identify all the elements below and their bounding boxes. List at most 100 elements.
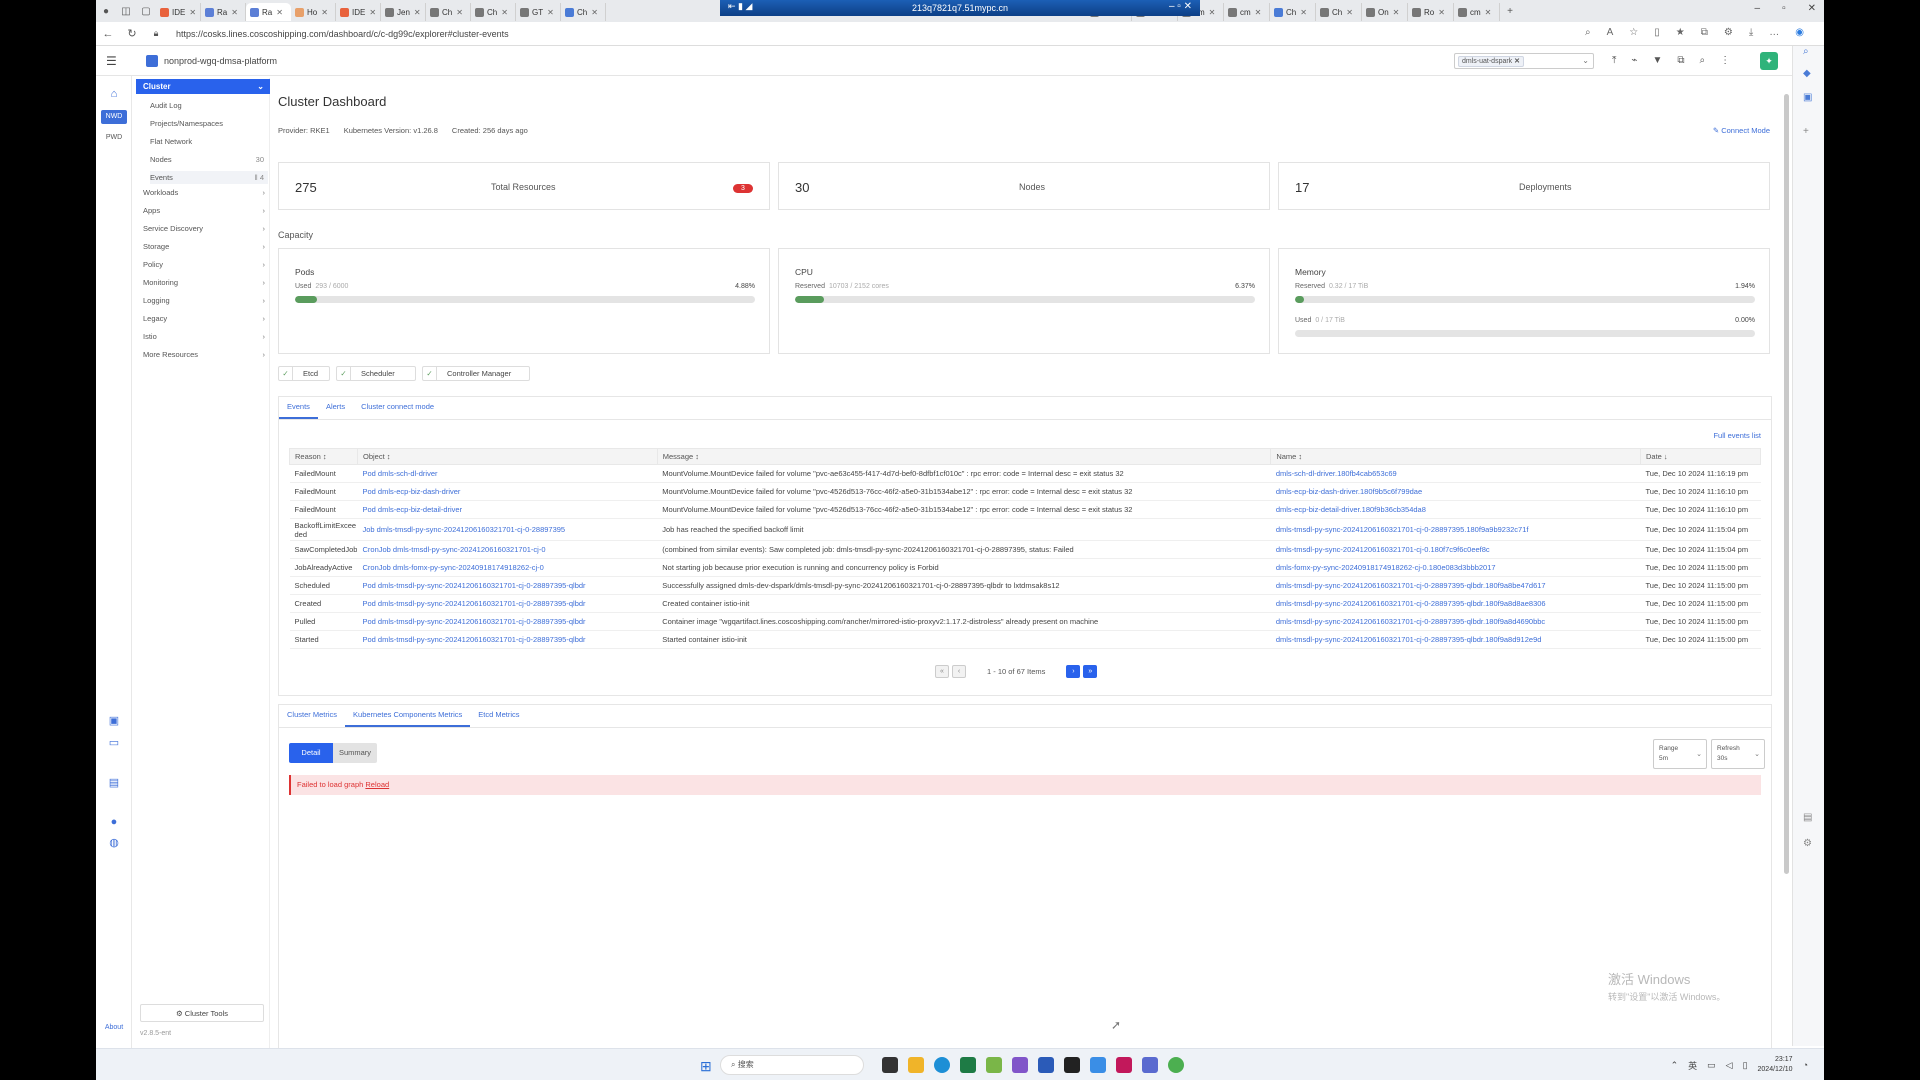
remote-close-icon[interactable]: – ▫ ✕ — [1169, 1, 1192, 12]
tab-close-icon[interactable]: ✕ — [1300, 8, 1307, 17]
browser-tab[interactable]: On ✕ — [1362, 3, 1408, 21]
table-cell-object[interactable]: Pod dmls-tmsdl-py-sync-20241206160321701… — [357, 630, 658, 649]
next-page-button[interactable]: › — [1066, 665, 1081, 678]
profile-icon[interactable]: ● — [96, 0, 116, 22]
more-icon[interactable]: … — [1769, 27, 1779, 38]
browser-tab[interactable]: Ch✕ — [426, 3, 471, 21]
table-cell-name[interactable]: dmls-tmsdl-py-sync-20241206160321701-cj-… — [1270, 594, 1641, 613]
sidenav-group[interactable]: Logging › — [143, 296, 267, 305]
close-icon[interactable]: ✕ — [1808, 3, 1816, 14]
sidebar-toggle-icon[interactable]: ▤ — [1803, 812, 1812, 823]
notifications-icon[interactable]: ◔ — [1803, 1060, 1808, 1070]
sidenav-group[interactable]: Policy › — [143, 260, 267, 269]
stat-card[interactable]: 275 Total Resources 3 — [278, 162, 770, 210]
url-field[interactable]: https://cosks.lines.coscoshipping.com/da… — [176, 29, 509, 39]
task-view-icon[interactable] — [882, 1057, 898, 1073]
sidenav-item[interactable]: Flat Network — [150, 135, 268, 148]
outlook-icon[interactable]: ▣ — [1803, 92, 1812, 103]
stat-card[interactable]: 17 Deployments — [1278, 162, 1770, 210]
browser-tab[interactable]: GT ✕ — [516, 3, 561, 21]
browser-tab[interactable]: IDE ✕ — [336, 3, 381, 21]
browser-tab[interactable]: Jen ✕ — [381, 3, 426, 21]
users-icon[interactable]: ● — [107, 816, 121, 830]
refresh-select[interactable]: Refresh 30s ⌄ — [1711, 739, 1765, 769]
scrollbar-thumb[interactable] — [1784, 94, 1789, 874]
copilot-icon[interactable]: ◉ — [1795, 27, 1804, 38]
tab-actions-icon[interactable]: ▢ — [136, 0, 156, 22]
reload-link[interactable]: Reload — [365, 780, 389, 789]
column-header[interactable]: Reason ↕ — [289, 448, 358, 465]
favorites-icon[interactable]: ★ — [1676, 27, 1685, 38]
tab-close-icon[interactable]: ✕ — [1438, 8, 1445, 17]
table-cell-object[interactable]: Pod dmls-sch-dl-driver — [357, 464, 658, 483]
tab-close-icon[interactable]: ✕ — [231, 8, 238, 17]
import-yaml-icon[interactable]: ⤒ — [1612, 55, 1616, 66]
search-icon[interactable]: ⌕ — [1803, 46, 1809, 57]
sidenav-group[interactable]: Apps › — [143, 206, 267, 215]
column-header[interactable]: Object ↕ — [356, 448, 658, 465]
rail-item-pwd[interactable]: PWD — [101, 134, 127, 141]
table-cell-object[interactable]: Pod dmls-tmsdl-py-sync-20241206160321701… — [357, 594, 658, 613]
favorite-icon[interactable]: ☆ — [1629, 27, 1638, 38]
shopping-icon[interactable]: ◆ — [1803, 68, 1811, 79]
table-cell-object[interactable]: Job dmls-tmsdl-py-sync-20241206160321701… — [357, 518, 658, 541]
apps-icon[interactable]: ▭ — [107, 736, 121, 750]
table-cell-name[interactable]: dmls-tmsdl-py-sync-20241206160321701-cj-… — [1270, 612, 1641, 631]
volume-icon[interactable]: ◁ — [1726, 1060, 1733, 1071]
chrome-icon[interactable] — [1168, 1057, 1184, 1073]
maximize-icon[interactable]: ▫ — [1782, 3, 1786, 14]
word-icon[interactable] — [1038, 1057, 1054, 1073]
sidenav-group[interactable]: Monitoring › — [143, 278, 267, 287]
chevron-up-icon[interactable]: ⌃ — [1671, 1060, 1679, 1071]
taskbar-search[interactable]: ⌕ 搜索 — [720, 1055, 864, 1075]
sidenav-item[interactable]: Projects/Namespaces — [150, 117, 268, 130]
connect-mode-link[interactable]: ✎ Connect Mode — [1713, 126, 1770, 135]
tab-close-icon[interactable]: ✕ — [1346, 8, 1353, 17]
tab-close-icon[interactable]: ✕ — [1485, 8, 1492, 17]
cluster-tools-button[interactable]: ⚙ Cluster Tools — [140, 1004, 264, 1022]
table-cell-name[interactable]: dmls-tmsdl-py-sync-20241206160321701-cj-… — [1270, 576, 1641, 595]
browser-tab[interactable]: Ch✕ — [1270, 3, 1316, 21]
browser-tab[interactable]: Ho✕ — [291, 3, 336, 21]
browser-tab[interactable]: Ra ✕ — [201, 3, 246, 21]
table-cell-name[interactable]: dmls-fomx-py-sync-20240918174918262-cj-0… — [1270, 558, 1641, 577]
browser-tab[interactable]: Ro ✕ — [1408, 3, 1454, 21]
full-events-link[interactable]: Full events list — [1713, 431, 1761, 440]
file-explorer-icon[interactable] — [908, 1057, 924, 1073]
browser-tab[interactable]: cm ✕ — [1454, 3, 1500, 21]
new-tab-button[interactable]: + — [1500, 0, 1520, 22]
remote-desktop-icon[interactable] — [1090, 1057, 1106, 1073]
namespace-chip[interactable]: dmls-uat-dspark ✕ — [1458, 56, 1525, 67]
tab-close-icon[interactable]: ✕ — [1209, 8, 1216, 17]
tab-close-icon[interactable]: ✕ — [414, 8, 421, 17]
sidenav-group[interactable]: Workloads › — [143, 188, 267, 197]
ide-icon[interactable] — [1116, 1057, 1132, 1073]
extensions-icon[interactable]: ▣ — [107, 714, 121, 728]
terminal-icon[interactable] — [1064, 1057, 1080, 1073]
table-cell-name[interactable]: dmls-sch-dl-driver.180fb4cab653c69 — [1270, 464, 1641, 483]
app-icon[interactable] — [986, 1057, 1002, 1073]
tab-item[interactable]: Etcd Metrics — [470, 705, 527, 727]
browser-tab[interactable]: Ch✕ — [561, 3, 606, 21]
windows-start-icon[interactable]: ⊞ — [700, 1058, 712, 1075]
network-icon[interactable]: ▭ — [1707, 1060, 1716, 1071]
table-cell-object[interactable]: CronJob dmls-fomx-py-sync-20240918174918… — [357, 558, 658, 577]
add-icon[interactable]: + — [1803, 126, 1809, 137]
cluster-name[interactable]: nonprod-wgq-dmsa-platform — [164, 56, 277, 66]
column-header[interactable]: Name ↕ — [1270, 448, 1641, 465]
minimize-icon[interactable]: – — [1755, 3, 1761, 14]
table-cell-object[interactable]: Pod dmls-tmsdl-py-sync-20241206160321701… — [357, 612, 658, 631]
extensions-icon[interactable]: ⚙ — [1724, 27, 1733, 38]
browser-tab[interactable]: IDE ✕ — [156, 3, 201, 21]
browser-tab[interactable]: Ch✕ — [471, 3, 516, 21]
column-header[interactable]: Date ↓ — [1640, 448, 1761, 465]
chip-remove-icon[interactable]: ✕ — [1514, 58, 1520, 65]
chevron-down-icon[interactable]: ⌄ — [1582, 56, 1589, 65]
collections-icon[interactable]: ⧉ — [1701, 27, 1708, 38]
table-cell-name[interactable]: dmls-tmsdl-py-sync-20241206160321701-cj-… — [1270, 518, 1641, 541]
kubectl-shell-icon[interactable]: ⌁ — [1631, 55, 1637, 66]
tab-close-icon[interactable]: ✕ — [591, 8, 598, 17]
input-method-icon[interactable]: 英 — [1688, 1059, 1697, 1072]
workspaces-icon[interactable]: ◫ — [116, 0, 136, 22]
detail-button[interactable]: Detail — [289, 743, 333, 763]
